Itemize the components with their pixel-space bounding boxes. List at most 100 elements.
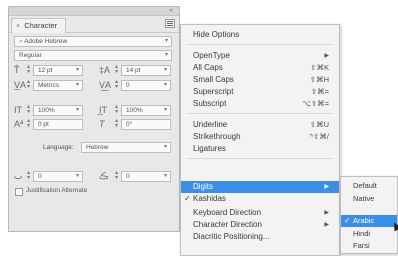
submenu-item-label: Default <box>353 181 377 190</box>
bottom-right-field[interactable]: 0 ▾ <box>121 171 171 182</box>
menu-item-character-direction[interactable]: Character Direction ▶ <box>181 219 339 231</box>
menu-item-hide-options[interactable]: Hide Options <box>181 29 339 41</box>
submenu-item-hindi[interactable]: Hindi <box>341 228 397 240</box>
tracking-icon: V͟A <box>99 80 112 90</box>
shortcut-label: ^⇧⌘/ <box>309 132 329 141</box>
menu-item-all-caps[interactable]: All Caps ⇧⌘K <box>181 62 339 74</box>
menu-item-label: Small Caps <box>193 75 234 84</box>
checkmark-icon: ✓ <box>184 194 191 203</box>
vertical-scale-stepper[interactable]: ▴ ▾ <box>26 104 31 115</box>
horizontal-scale-field[interactable]: 100% ▾ <box>121 105 171 116</box>
shortcut-label: ⇧⌘= <box>310 87 329 96</box>
chevron-down-icon: ▾ <box>75 82 79 88</box>
collapse-icon[interactable]: « <box>169 7 173 15</box>
panel-title-bar[interactable]: « <box>9 7 179 16</box>
menu-item-opentype[interactable]: OpenType ▶ <box>181 50 339 62</box>
menu-item-label: Diacritic Positioning... <box>193 232 270 241</box>
menu-item-label: Underline <box>193 120 228 129</box>
menu-item-label: Ligatures <box>193 144 226 153</box>
panel-menu-button[interactable] <box>165 19 175 28</box>
shortcut-label: ⇧⌘U <box>309 120 329 129</box>
baseline-shift-stepper[interactable]: ▴ ▾ <box>26 118 31 129</box>
horizontal-scale-stepper[interactable]: ▴ ▾ <box>114 104 119 115</box>
bottom-left-value: 0 <box>38 173 42 180</box>
baseline-shift-value: 0 pt <box>38 121 49 128</box>
menu-separator <box>187 44 333 45</box>
digits-submenu: Default Native ✓ Arabic Hindi Farsi <box>340 176 398 254</box>
menu-item-ligatures[interactable]: Ligatures <box>181 143 339 155</box>
vertical-scale-field[interactable]: 100% ▾ <box>33 105 83 116</box>
bottom-left-field[interactable]: 0 ▾ <box>33 171 83 182</box>
menu-item-underline[interactable]: Underline ⇧⌘U <box>181 119 339 131</box>
tracking-value: 0 <box>126 82 130 89</box>
submenu-item-arabic[interactable]: ✓ Arabic <box>341 215 397 227</box>
kashida-icon: ب <box>14 171 23 181</box>
tracking-field[interactable]: 0 ▾ <box>121 80 171 91</box>
menu-item-label: OpenType <box>193 51 230 60</box>
skew-field[interactable]: 0° <box>121 119 171 130</box>
chevron-down-icon: ▾ <box>163 107 167 113</box>
panel-tab-bar: × Character <box>9 16 179 33</box>
menu-item-subscript[interactable]: Subscript ⌥⇧⌘= <box>181 98 339 110</box>
menu-item-label: All Caps <box>193 63 223 72</box>
font-style-field[interactable]: Regular ▾ <box>14 50 172 61</box>
diacritic-icon: ڪ <box>99 171 109 181</box>
leading-field[interactable]: 14 pt ▾ <box>121 65 171 76</box>
font-style-value: Regular <box>19 52 42 59</box>
font-family-field[interactable]: ⌕ Adobe Hebrew ▾ <box>14 36 172 47</box>
skew-stepper[interactable]: ▴ ▾ <box>114 118 119 129</box>
leading-stepper[interactable]: ▴ ▾ <box>114 64 119 75</box>
menu-item-diacritic-positioning[interactable]: Diacritic Positioning... <box>181 231 339 243</box>
shortcut-label: ⌥⇧⌘= <box>302 99 329 108</box>
submenu-item-default[interactable]: Default <box>341 180 397 192</box>
menu-item-superscript[interactable]: Superscript ⇧⌘= <box>181 86 339 98</box>
close-tab-icon[interactable]: × <box>16 23 20 30</box>
menu-item-label: Kashidas <box>193 194 226 203</box>
menu-item-digits[interactable]: Digits ▶ <box>181 181 339 193</box>
baseline-shift-field[interactable]: 0 pt <box>33 119 83 130</box>
font-size-stepper[interactable]: ▴ ▾ <box>26 64 31 75</box>
language-select[interactable]: Hebrew ▾ <box>81 142 171 153</box>
skew-value: 0° <box>126 121 133 128</box>
submenu-arrow-icon: ▶ <box>324 184 329 190</box>
bottom-right-value: 0 <box>126 173 130 180</box>
leading-icon: ‡A <box>99 65 111 75</box>
menu-item-small-caps[interactable]: Small Caps ⇧⌘H <box>181 74 339 86</box>
font-size-field[interactable]: 12 pt ▾ <box>33 65 83 76</box>
font-size-value: 12 pt <box>38 67 53 74</box>
kerning-field[interactable]: Metrics ▾ <box>33 80 83 91</box>
chevron-down-icon: ▾ <box>163 144 167 150</box>
chevron-down-icon: ▾ <box>75 107 79 113</box>
menu-item-label: Hide Options <box>193 30 240 39</box>
tab-character-label: Character <box>24 21 58 30</box>
panel-flyout-menu: Hide Options OpenType ▶ All Caps ⇧⌘K Sma… <box>180 24 340 256</box>
submenu-item-farsi[interactable]: Farsi <box>341 240 397 252</box>
menu-item-kashidas[interactable]: ✓ Kashidas <box>181 193 339 205</box>
vertical-scale-value: 100% <box>38 107 55 114</box>
tab-character[interactable]: × Character <box>11 18 67 33</box>
menu-item-keyboard-direction[interactable]: Keyboard Direction ▶ <box>181 207 339 219</box>
tracking-stepper[interactable]: ▴ ▾ <box>114 79 119 90</box>
skew-icon: T <box>99 119 105 129</box>
character-panel: « × Character ⌕ Adobe Hebrew ▾ Regular ▾… <box>8 6 180 232</box>
leading-value: 14 pt <box>126 67 141 74</box>
chevron-down-icon: ▾ <box>163 67 167 73</box>
submenu-item-label: Arabic <box>353 216 375 225</box>
kerning-value: Metrics <box>38 82 59 89</box>
menu-item-label: Keyboard Direction <box>193 208 262 217</box>
menu-separator <box>187 113 333 114</box>
menu-item-label: Superscript <box>193 87 234 96</box>
submenu-item-label: Native <box>353 194 375 203</box>
font-size-icon: T̂ <box>14 65 20 75</box>
bottom-left-stepper[interactable]: ▴ ▾ <box>26 170 31 181</box>
kerning-icon: V̲A <box>14 80 27 90</box>
submenu-item-native[interactable]: Native <box>341 193 397 205</box>
submenu-item-label: Farsi <box>353 241 370 250</box>
justification-alternate-label: Justification Alternate <box>26 187 88 194</box>
menu-item-strikethrough[interactable]: Strikethrough ^⇧⌘/ <box>181 131 339 143</box>
submenu-arrow-icon: ▶ <box>324 210 329 216</box>
kerning-stepper[interactable]: ▴ ▾ <box>26 79 31 90</box>
bottom-right-stepper[interactable]: ▴ ▾ <box>114 170 119 181</box>
justification-alternate-checkbox[interactable] <box>15 188 23 196</box>
menu-item-label: Strikethrough <box>193 132 241 141</box>
